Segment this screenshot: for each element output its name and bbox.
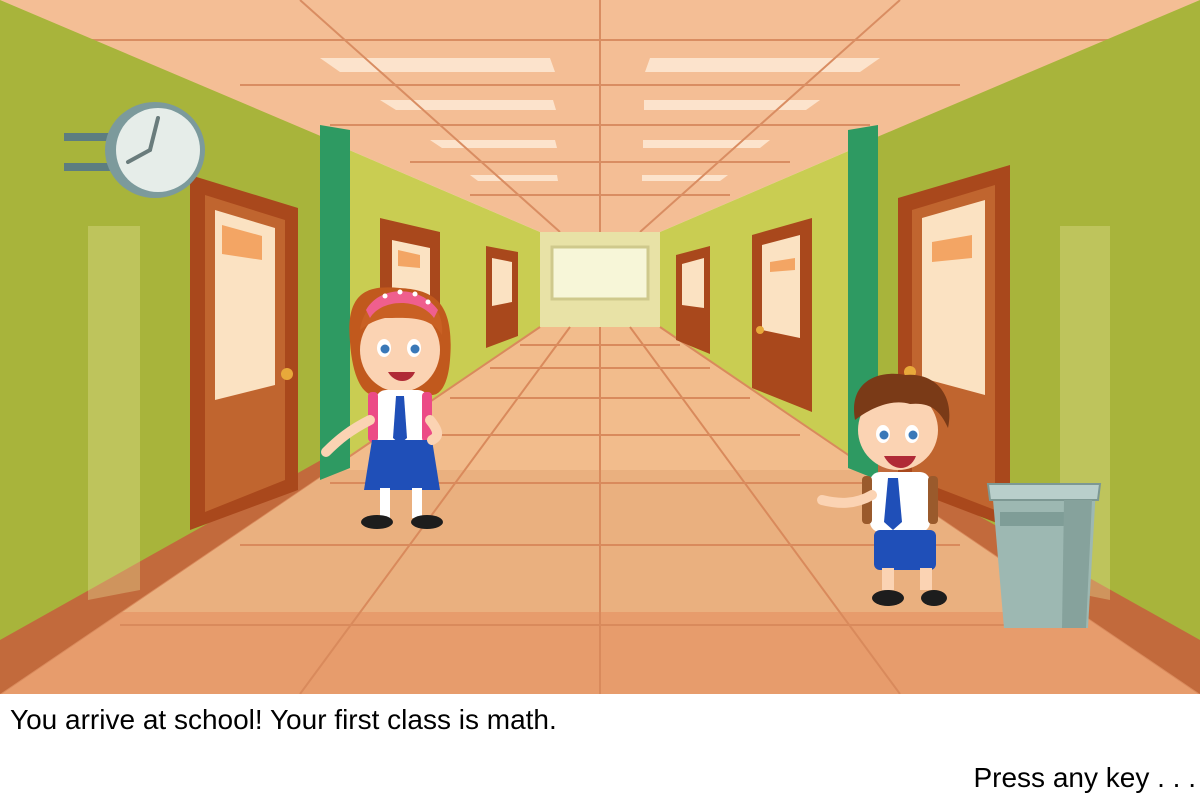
continue-prompt[interactable]: Press any key . . . [973,762,1196,794]
far-window [550,245,650,301]
door-left-far [486,246,518,348]
door-left-near [190,175,298,530]
door-right-mid [752,218,812,412]
pillar-left [320,125,350,480]
school-hallway-scene [0,0,1200,694]
door-right-far [676,246,710,354]
narration-text: You arrive at school! Your first class i… [10,704,557,735]
trash-can [986,483,1102,628]
